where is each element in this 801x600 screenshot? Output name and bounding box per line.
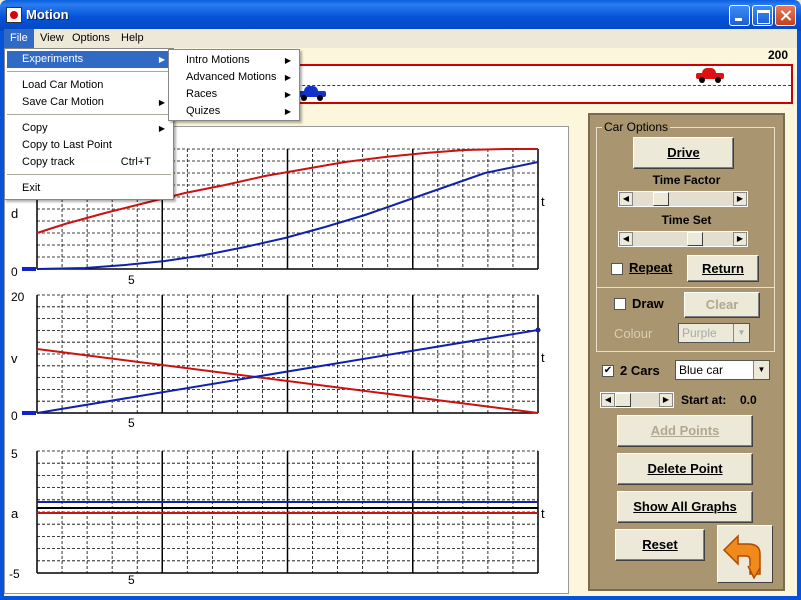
start-right-arrow-icon[interactable]: ▶ xyxy=(659,393,673,407)
menu-help[interactable]: Help xyxy=(115,29,150,48)
time-set-label: Time Set xyxy=(661,213,712,227)
draw-checkbox[interactable] xyxy=(614,298,626,310)
v-axis-label: v xyxy=(11,351,18,366)
minimize-button[interactable] xyxy=(729,5,750,26)
menu-item-copy-track[interactable]: Copy track Ctrl+T xyxy=(7,154,171,171)
colour-select-value: Purple xyxy=(682,326,717,340)
repeat-label: Repeat xyxy=(629,260,673,275)
d-x-tick-label: 5 xyxy=(128,273,135,287)
experiments-submenu: Intro Motions ▶ Advanced Motions ▶ Races ▶ … xyxy=(168,49,300,121)
menu-item-copy-last[interactable]: Copy to Last Point xyxy=(7,137,171,154)
a-x-tick-label: 5 xyxy=(128,573,135,587)
menu-item-quizes[interactable]: Quizes ▶ xyxy=(171,103,297,120)
colour-select[interactable]: Purple ▼ xyxy=(678,323,750,343)
red-car[interactable] xyxy=(696,68,724,83)
menu-file[interactable]: File xyxy=(4,29,34,48)
maximize-button[interactable] xyxy=(752,5,773,26)
v-t-label: t xyxy=(541,350,545,365)
a-y-min-label: -5 xyxy=(9,567,20,581)
file-menu: Experiments ▶ Load Car Motion Save Car Mo… xyxy=(4,48,174,200)
window-border-bottom xyxy=(0,596,801,600)
car-options-title: Car Options xyxy=(602,120,671,134)
blue-car[interactable] xyxy=(298,86,326,101)
d-y-min-label: 0 xyxy=(11,265,18,279)
a-axis-label: a xyxy=(11,506,19,521)
menu-item-advanced-motions[interactable]: Advanced Motions ▶ xyxy=(171,69,297,86)
colour-dropdown-icon[interactable]: ▼ xyxy=(733,324,749,342)
menu-item-load[interactable]: Load Car Motion xyxy=(7,77,171,94)
add-points-button[interactable]: Add Points xyxy=(617,415,753,447)
time-factor-right-arrow-icon[interactable]: ▶ xyxy=(733,192,747,206)
menu-item-exit[interactable]: Exit xyxy=(7,180,171,197)
car-select[interactable]: Blue car ▼ xyxy=(675,360,770,380)
v-y-max-label: 20 xyxy=(11,290,25,304)
car-select-value: Blue car xyxy=(679,363,724,377)
start-at-label: Start at: xyxy=(681,393,727,407)
reset-button[interactable]: Reset xyxy=(615,529,705,561)
start-thumb[interactable] xyxy=(615,393,631,407)
delete-point-button[interactable]: Delete Point xyxy=(617,453,753,485)
drive-button[interactable]: Drive xyxy=(633,137,734,169)
menu-separator xyxy=(7,114,171,115)
close-button[interactable] xyxy=(775,5,796,26)
d-axis-label: d xyxy=(11,206,18,221)
menu-item-experiments[interactable]: Experiments ▶ xyxy=(7,51,171,68)
time-set-right-arrow-icon[interactable]: ▶ xyxy=(733,232,747,246)
two-cars-checkbox[interactable]: ✔ xyxy=(602,365,614,377)
title-bar: Motion xyxy=(0,0,801,31)
window-border-right xyxy=(797,31,801,600)
return-arrow-icon xyxy=(722,534,761,580)
a-t-label: t xyxy=(541,506,545,521)
menu-item-copy[interactable]: Copy ▶ xyxy=(7,120,171,137)
menu-item-save[interactable]: Save Car Motion ▶ xyxy=(7,94,171,111)
start-at-value: 0.0 xyxy=(740,393,757,407)
clear-button[interactable]: Clear xyxy=(684,292,760,318)
draw-label: Draw xyxy=(632,296,664,311)
v-y-min-label: 0 xyxy=(11,409,18,423)
time-factor-left-arrow-icon[interactable]: ◀ xyxy=(619,192,633,206)
time-set-thumb[interactable] xyxy=(687,232,703,246)
menu-item-races[interactable]: Races ▶ xyxy=(171,86,297,103)
d-t-label: t xyxy=(541,194,545,209)
start-at-slider[interactable]: ◀ ▶ xyxy=(600,392,674,408)
d-graph-origin-marker xyxy=(22,267,36,271)
colour-label: Colour xyxy=(614,326,653,341)
a-y-max-label: 5 xyxy=(11,447,18,461)
track-max-label: 200 xyxy=(768,48,789,62)
v-graph-endpoint xyxy=(535,327,541,333)
repeat-checkbox[interactable] xyxy=(611,263,623,275)
menu-separator xyxy=(7,174,171,175)
time-factor-label: Time Factor xyxy=(652,173,721,187)
menu-separator xyxy=(7,71,171,72)
start-left-arrow-icon[interactable]: ◀ xyxy=(601,393,615,407)
return-button[interactable]: Return xyxy=(687,255,759,282)
window-title: Motion xyxy=(26,7,69,22)
menu-bar: File View Options Help xyxy=(4,29,797,48)
app-icon xyxy=(6,7,22,23)
menu-item-intro-motions[interactable]: Intro Motions ▶ xyxy=(171,52,297,69)
time-set-slider[interactable]: ◀ ▶ xyxy=(618,231,748,247)
control-panel: Car Options Drive Time Factor ◀ ▶ Time S… xyxy=(588,113,785,591)
two-cars-label: 2 Cars xyxy=(620,363,660,378)
car-select-dropdown-icon[interactable]: ▼ xyxy=(753,361,769,379)
time-factor-thumb[interactable] xyxy=(653,192,669,206)
time-factor-slider[interactable]: ◀ ▶ xyxy=(618,191,748,207)
show-all-graphs-button[interactable]: Show All Graphs xyxy=(617,491,753,523)
v-x-tick-label: 5 xyxy=(128,416,135,430)
v-graph-origin-marker xyxy=(22,411,36,415)
menu-options[interactable]: Options xyxy=(66,29,116,48)
menu-view[interactable]: View xyxy=(34,29,70,48)
return-arrow-button[interactable] xyxy=(717,525,773,583)
time-set-left-arrow-icon[interactable]: ◀ xyxy=(619,232,633,246)
